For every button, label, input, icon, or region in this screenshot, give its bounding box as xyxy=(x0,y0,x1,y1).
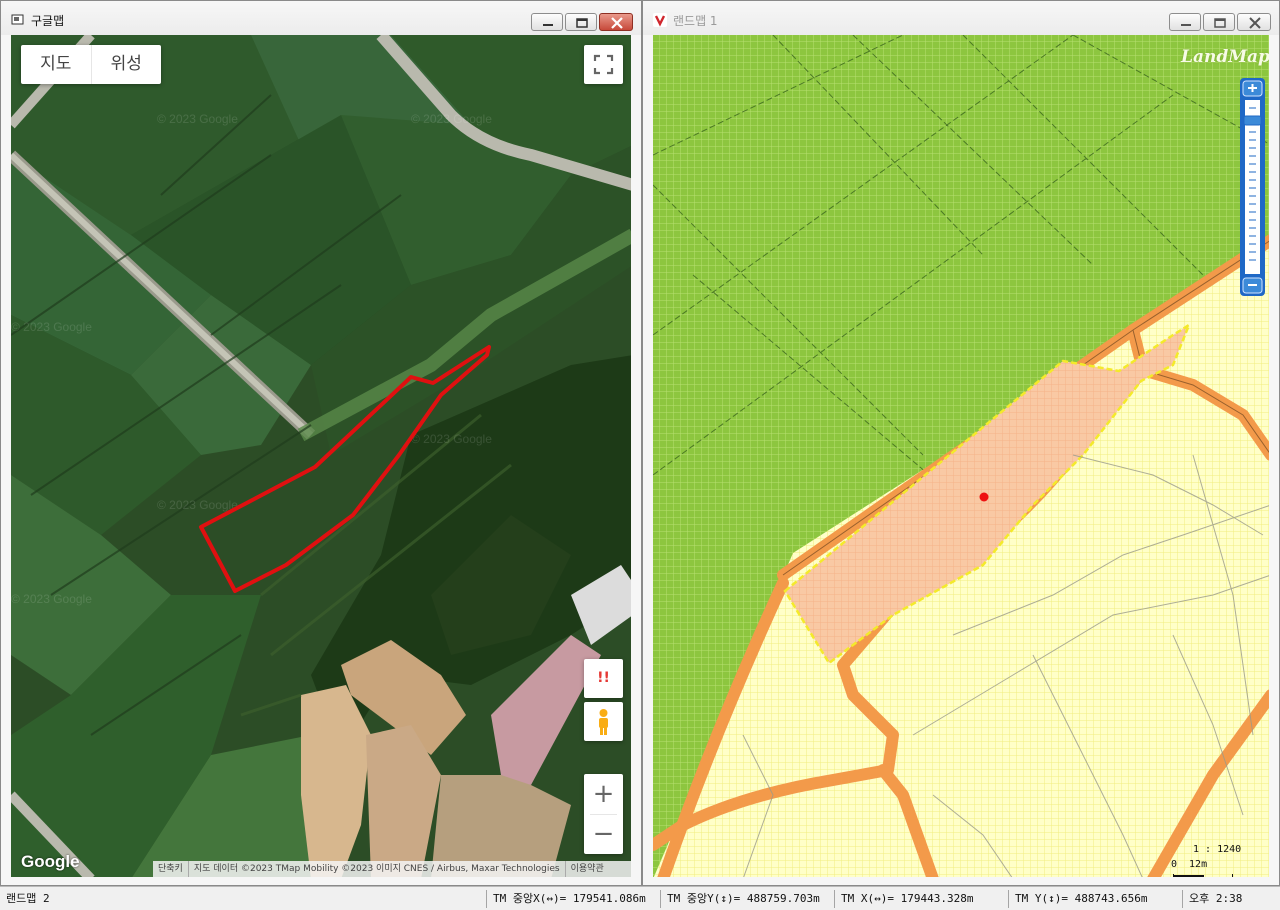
landmap-window-title: 랜드맵 1 xyxy=(673,14,718,28)
landmap-app-icon xyxy=(653,13,667,27)
minimize-icon xyxy=(543,24,553,26)
minimize-button[interactable] xyxy=(1169,13,1201,31)
satellite-imagery: © 2023 Google © 2023 Google © 2023 Googl… xyxy=(11,35,631,877)
cadastral-map-canvas xyxy=(653,35,1269,877)
status-tm-center-y: TM 중앙Y(↕)= 488759.703m xyxy=(660,890,820,908)
map-watermark: © 2023 Google xyxy=(157,112,238,126)
scale-length: 12m xyxy=(1189,859,1208,870)
minimize-icon xyxy=(1181,24,1191,26)
report-issue-button[interactable]: !! xyxy=(584,659,623,698)
restore-icon xyxy=(1214,18,1226,28)
map-type-control: 지도 위성 xyxy=(21,45,161,84)
scale-bar xyxy=(1173,874,1233,877)
close-button[interactable] xyxy=(1237,13,1271,31)
google-logo: Google xyxy=(21,852,80,871)
google-window-titlebar[interactable]: 구글맵 xyxy=(1,1,641,35)
status-clock: 오후 2:38 xyxy=(1182,890,1242,908)
minimize-button[interactable] xyxy=(531,13,563,31)
zoom-out-button[interactable]: − xyxy=(584,814,623,854)
location-marker xyxy=(979,492,989,502)
status-bar: 랜드맵 2 TM 중앙X(↔)= 179541.086m TM 중앙Y(↕)= … xyxy=(0,886,1280,910)
status-tm-center-x: TM 중앙X(↔)= 179541.086m xyxy=(486,890,646,908)
restore-icon xyxy=(576,18,588,28)
landmap-window: 랜드맵 1 LandMap 1: 1240 0 12m xyxy=(642,0,1280,886)
scale-labels: 0 12m xyxy=(1171,859,1207,870)
zoom-slider[interactable] xyxy=(1240,78,1265,296)
map-data-attribution: 지도 데이터 ©2023 TMap Mobility ©2023 이미지 CNE… xyxy=(189,861,566,877)
zoom-in-button[interactable]: + xyxy=(584,774,623,814)
map-watermark: © 2023 Google xyxy=(411,112,492,126)
close-icon xyxy=(1249,17,1261,29)
status-tm-y: TM Y(↕)= 488743.656m xyxy=(1008,890,1147,908)
app-icon xyxy=(11,14,24,25)
close-icon xyxy=(611,17,623,29)
fullscreen-icon xyxy=(593,54,614,75)
map-type-map-button[interactable]: 지도 xyxy=(21,45,91,84)
map-watermark: © 2023 Google xyxy=(157,498,238,512)
fullscreen-button[interactable] xyxy=(584,45,623,84)
scale-ratio: 1 : 1240 xyxy=(1193,844,1242,855)
close-button[interactable] xyxy=(599,13,633,31)
landmap-window-titlebar[interactable]: 랜드맵 1 xyxy=(643,1,1279,35)
maximize-button[interactable] xyxy=(1203,13,1235,31)
street-view-pegman-button[interactable] xyxy=(584,702,623,741)
google-map-window: 구글맵 © 2023 Google © 2023 Google © 2023 G… xyxy=(0,0,642,886)
keyboard-shortcuts-link[interactable]: 단축키 xyxy=(153,861,189,877)
pegman-icon xyxy=(599,709,608,735)
terms-link[interactable]: 이용약관 xyxy=(566,861,609,877)
cadastral-map[interactable]: LandMap 1 : 1240 0 12m xyxy=(653,35,1269,877)
status-active-window: 랜드맵 2 xyxy=(6,892,50,905)
zoom-slider-track xyxy=(1242,80,1263,294)
map-watermark: © 2023 Google xyxy=(11,320,92,334)
satellite-map[interactable]: © 2023 Google © 2023 Google © 2023 Googl… xyxy=(11,35,631,877)
google-window-title: 구글맵 xyxy=(31,14,65,28)
zoom-control: + − xyxy=(584,774,623,854)
map-watermark: © 2023 Google xyxy=(11,592,92,606)
status-tm-x: TM X(↔)= 179443.328m xyxy=(834,890,973,908)
maximize-button[interactable] xyxy=(565,13,597,31)
map-type-satellite-button[interactable]: 위성 xyxy=(92,45,162,84)
landmap-logo: LandMap xyxy=(1181,47,1269,67)
map-attribution: 단축키 지도 데이터 ©2023 TMap Mobility ©2023 이미지… xyxy=(153,861,631,877)
map-watermark: © 2023 Google xyxy=(411,432,492,446)
scale-zero: 0 xyxy=(1171,859,1178,870)
